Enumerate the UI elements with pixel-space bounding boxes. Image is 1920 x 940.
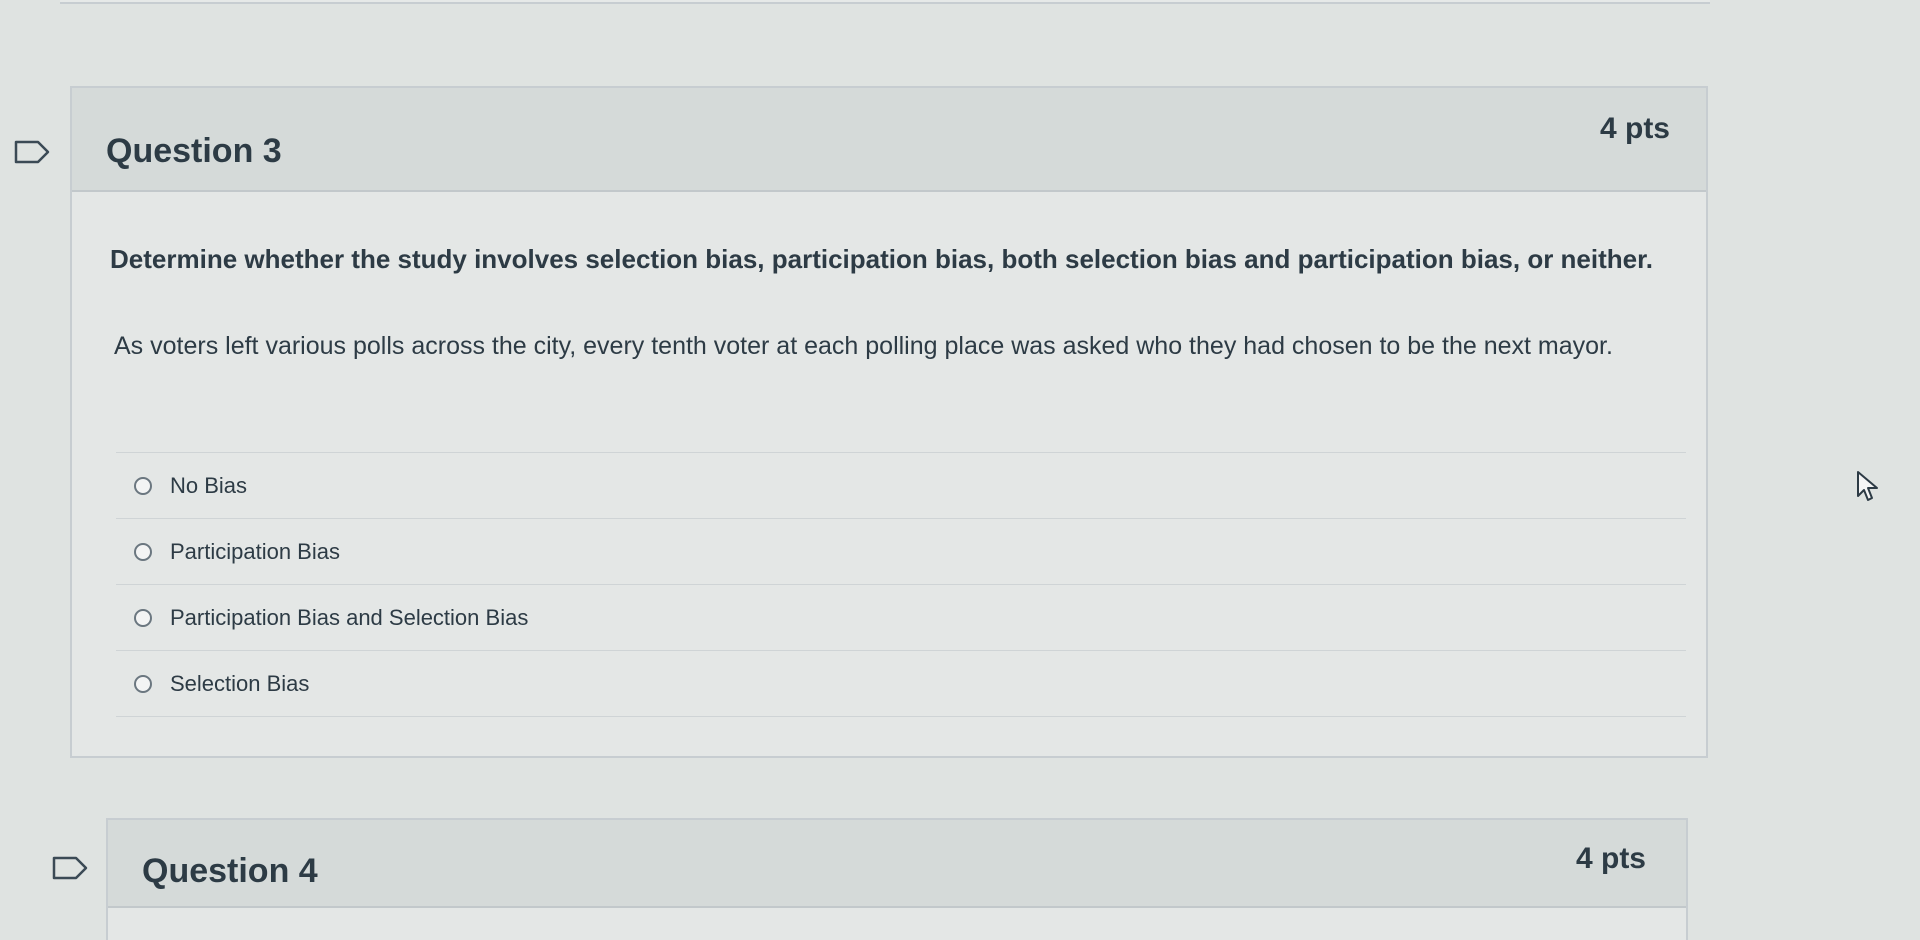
question-4-card: Question 4 4 pts [106,818,1688,940]
answer-list: No Bias Participation Bias Participation… [116,452,1686,717]
previous-question-card-edge [60,0,1710,4]
answer-label: Participation Bias and Selection Bias [170,604,529,630]
question-3-title: Question 3 [106,132,282,170]
answer-option-no-bias[interactable]: No Bias [116,453,1686,519]
radio-button[interactable] [134,476,152,495]
question-3-header: Question 3 4 pts [72,88,1706,192]
answer-option-selection-bias[interactable]: Selection Bias [116,651,1686,717]
answer-label: Participation Bias [170,538,340,564]
question-4-title: Question 4 [142,852,318,890]
answer-option-participation-and-selection-bias[interactable]: Participation Bias and Selection Bias [116,585,1686,651]
answer-label: Selection Bias [170,670,310,696]
flag-question-3-icon[interactable] [14,140,50,164]
radio-button[interactable] [134,542,152,561]
flag-question-4-icon[interactable] [52,856,88,880]
question-prompt: Determine whether the study involves sel… [110,244,1654,274]
question-3-card: Question 3 4 pts Determine whether the s… [70,86,1708,758]
answer-label: No Bias [170,472,248,498]
question-4-points: 4 pts [1575,842,1646,875]
answer-option-participation-bias[interactable]: Participation Bias [116,519,1686,585]
radio-button[interactable] [134,674,152,693]
question-scenario: As voters left various polls across the … [114,332,1613,360]
question-4-header: Question 4 4 pts [108,820,1686,908]
question-3-points: 4 pts [1599,112,1670,145]
mouse-pointer-icon [1855,470,1883,502]
radio-button[interactable] [134,608,152,627]
quiz-page: Question 3 4 pts Determine whether the s… [0,0,1920,940]
